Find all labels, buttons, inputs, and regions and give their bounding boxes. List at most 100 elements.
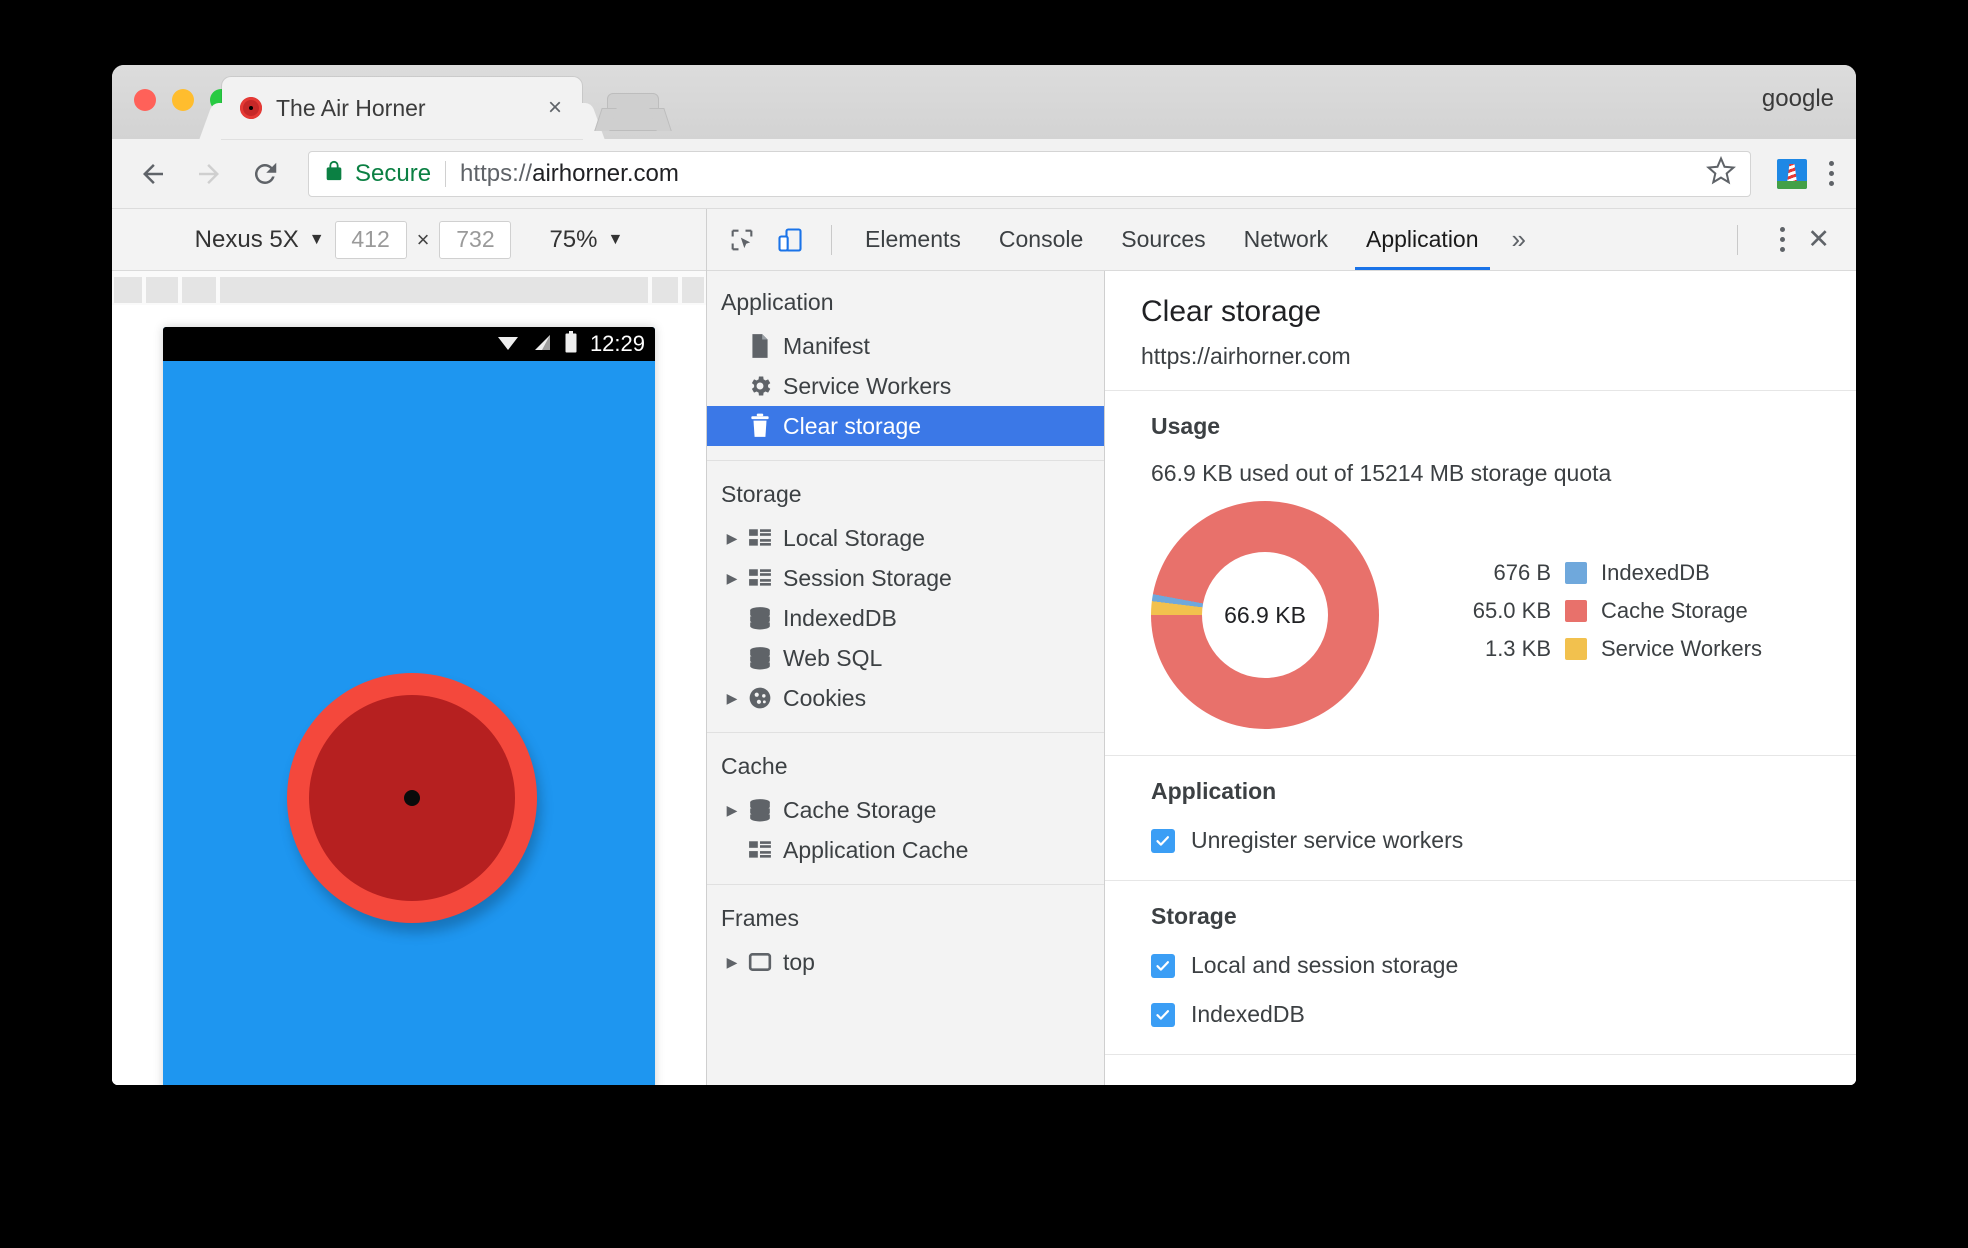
usage-summary: 66.9 KB used out of 15214 MB storage quo… — [1151, 460, 1612, 486]
cookie-icon — [743, 686, 777, 710]
chevron-down-icon: ▼ — [607, 230, 624, 248]
sidebar-item-label: Clear storage — [783, 412, 922, 439]
forward-button — [186, 151, 232, 197]
sidebar-item-top-frame[interactable]: ▶ top — [707, 942, 1104, 982]
airhorner-page[interactable] — [163, 361, 655, 1085]
sidebar-item-label: Cookies — [783, 684, 867, 711]
checkbox-icon[interactable] — [1151, 1002, 1175, 1027]
sidebar-item-service-workers[interactable]: ▶ Service Workers — [707, 366, 1104, 406]
tab-elements[interactable]: Elements — [846, 209, 980, 270]
cellular-signal-icon — [532, 332, 552, 357]
android-status-bar: 12:29 — [163, 327, 655, 361]
checkbox-unregister-service-workers[interactable]: Unregister service workers — [1151, 827, 1810, 854]
sidebar-item-local-storage[interactable]: ▶ Local Storage — [707, 518, 1104, 558]
tab-sources[interactable]: Sources — [1102, 209, 1224, 270]
wifi-icon — [496, 332, 520, 357]
tab-application[interactable]: Application — [1347, 209, 1498, 270]
zoom-selector[interactable]: 75% ▼ — [549, 226, 623, 254]
legend-value: 65.0 KB — [1472, 598, 1551, 623]
close-tab-button[interactable]: × — [542, 92, 568, 124]
inspect-element-icon[interactable] — [721, 219, 763, 261]
air-horn-button[interactable] — [287, 673, 537, 923]
usage-legend: 676 B IndexedDB 65.0 KB Cache Storage 1.… — [1443, 558, 1762, 672]
legend-swatch — [1565, 600, 1587, 622]
device-height-input[interactable]: 732 — [439, 220, 512, 259]
tab-console[interactable]: Console — [980, 209, 1102, 270]
sidebar-item-web-sql[interactable]: ▶ Web SQL — [707, 638, 1104, 678]
bookmark-star-icon[interactable] — [1706, 155, 1736, 191]
device-viewport[interactable]: 12:29 — [112, 305, 706, 1085]
checkbox-icon[interactable] — [1151, 953, 1175, 978]
twisty-icon[interactable]: ▶ — [721, 530, 743, 547]
database-icon — [743, 798, 777, 822]
tree-header-cache: Cache — [721, 753, 788, 779]
omnibox-divider — [445, 160, 447, 187]
sidebar-item-label: IndexedDB — [783, 604, 897, 631]
sidebar-item-cookies[interactable]: ▶ Cookies — [707, 678, 1104, 718]
device-resize-handles[interactable] — [112, 277, 706, 303]
sidebar-item-label: Service Workers — [783, 372, 952, 399]
chrome-menu-button[interactable] — [1825, 157, 1838, 190]
lighthouse-extension-icon[interactable] — [1777, 158, 1807, 189]
devtools-menu-button[interactable] — [1776, 223, 1789, 256]
air-horner-favicon — [240, 97, 262, 119]
omnibox[interactable]: Secure https://airhorner.com — [308, 150, 1751, 197]
sidebar-item-label: Session Storage — [783, 564, 952, 591]
twisty-icon[interactable]: ▶ — [721, 570, 743, 587]
twisty-icon[interactable]: ▶ — [721, 802, 743, 819]
devtools-toolbar-right: ✕ — [1723, 223, 1842, 256]
devtools-body: Application ▶ Manifest ▶ — [707, 271, 1856, 1085]
manifest-document-icon — [743, 333, 777, 359]
device-resize-ruler — [112, 271, 706, 305]
checkbox-label: Unregister service workers — [1191, 827, 1464, 853]
browser-toolbar: Secure https://airhorner.com — [112, 139, 1856, 209]
database-icon — [743, 646, 777, 670]
close-devtools-button[interactable]: ✕ — [1795, 224, 1842, 255]
device-width-input[interactable]: 412 — [334, 220, 407, 259]
back-button[interactable] — [130, 151, 176, 197]
checkbox-indexeddb[interactable]: IndexedDB — [1151, 1001, 1810, 1028]
sidebar-item-clear-storage[interactable]: ▶ Clear storage — [707, 406, 1104, 446]
sidebar-item-application-cache[interactable]: ▶ Application Cache — [707, 830, 1104, 870]
minimize-window-button[interactable] — [172, 89, 194, 111]
new-tab-button[interactable] — [607, 93, 659, 131]
database-icon — [743, 606, 777, 630]
twisty-icon[interactable]: ▶ — [721, 954, 743, 971]
toggle-device-toolbar-icon[interactable] — [769, 219, 811, 261]
legend-item-indexeddb: 676 B IndexedDB — [1443, 558, 1762, 588]
content-split: Nexus 5X ▼ 412 × 732 75% ▼ 12:29 Element… — [112, 209, 1856, 1085]
browser-tab[interactable]: The Air Horner × — [222, 77, 582, 139]
screenshot-root: The Air Horner × google Secure https://a… — [0, 0, 1968, 1248]
sidebar-item-label: Application Cache — [783, 836, 969, 863]
device-emulation-pane: Nexus 5X ▼ 412 × 732 75% ▼ 12:29 — [112, 209, 707, 1085]
usage-donut-chart[interactable]: 66.9 KB — [1151, 501, 1379, 729]
legend-value: 676 B — [1493, 560, 1552, 585]
legend-label: IndexedDB — [1601, 560, 1710, 585]
url-host: airhorner.com — [532, 159, 679, 187]
sidebar-item-label: top — [783, 948, 815, 975]
trash-icon — [743, 413, 777, 439]
browser-window: The Air Horner × google Secure https://a… — [112, 65, 1856, 1085]
tab-network[interactable]: Network — [1225, 209, 1347, 270]
sidebar-item-manifest[interactable]: ▶ Manifest — [707, 326, 1104, 366]
twisty-icon[interactable]: ▶ — [721, 690, 743, 707]
tab-title: The Air Horner — [276, 94, 426, 121]
zoom-level-label: 75% — [549, 225, 598, 253]
sidebar-item-indexeddb[interactable]: ▶ IndexedDB — [707, 598, 1104, 638]
checkbox-local-and-session-storage[interactable]: Local and session storage — [1151, 952, 1810, 979]
checkbox-icon[interactable] — [1151, 828, 1175, 853]
legend-label: Service Workers — [1601, 636, 1762, 661]
sidebar-item-session-storage[interactable]: ▶ Session Storage — [707, 558, 1104, 598]
device-selector[interactable]: Nexus 5X ▼ — [195, 226, 325, 254]
sidebar-item-cache-storage[interactable]: ▶ Cache Storage — [707, 790, 1104, 830]
legend-value: 1.3 KB — [1484, 636, 1551, 661]
sidebar-item-label: Manifest — [783, 332, 870, 359]
devtools-toolbar: Elements Console Sources Network Applica… — [707, 209, 1856, 271]
more-tabs-icon[interactable]: » — [1498, 224, 1540, 255]
devtools-panel: Elements Console Sources Network Applica… — [707, 209, 1856, 1085]
url-scheme: https:// — [460, 159, 533, 187]
toolbar-divider — [1737, 224, 1739, 255]
close-window-button[interactable] — [134, 89, 156, 111]
profile-name[interactable]: google — [1762, 85, 1834, 113]
reload-button[interactable] — [242, 151, 288, 197]
